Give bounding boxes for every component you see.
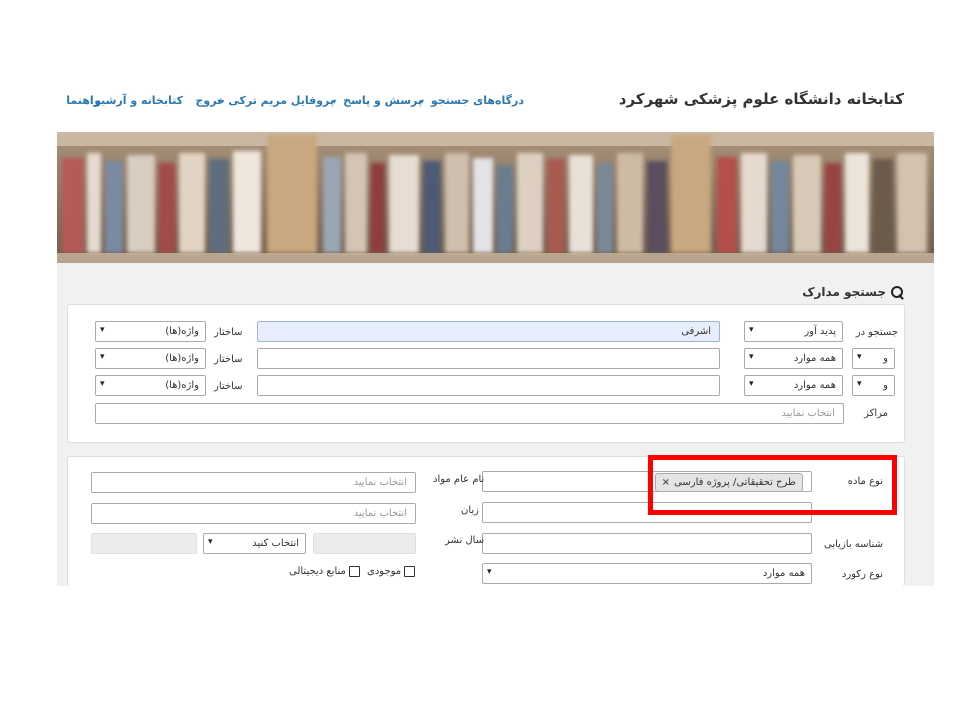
- chevron-down-icon: ▾: [100, 325, 105, 335]
- book: [267, 135, 317, 253]
- search-input-3[interactable]: [257, 375, 720, 396]
- book: [597, 163, 613, 253]
- centers-input[interactable]: انتخاب نمایید: [95, 403, 844, 424]
- chevron-down-icon: ▾: [100, 352, 105, 362]
- document-search-panel: جستجو مدارک جستجو در پدید آور ▾ اشرفی ساخ…: [57, 263, 934, 586]
- book: [209, 159, 229, 253]
- field-select-1[interactable]: پدید آور ▾: [744, 321, 843, 342]
- general-material-input[interactable]: انتخاب نمایید: [91, 472, 416, 493]
- nav-qa-label: پرسش و پاسخ: [343, 94, 422, 107]
- chevron-down-icon: ▾: [749, 325, 754, 335]
- book: [323, 157, 341, 253]
- nav-profile[interactable]: پروفایل مریم ترکی ▾: [217, 94, 334, 107]
- digital-resources-checkbox[interactable]: منابع دیجیتالی: [289, 566, 360, 577]
- book: [717, 157, 737, 253]
- language-label: زبان: [461, 505, 480, 516]
- book: [445, 153, 469, 253]
- book: [793, 155, 821, 253]
- panel-title: جستجو مدارک: [802, 285, 904, 299]
- book: [371, 163, 385, 253]
- search-in-label: جستجو در: [855, 327, 898, 338]
- nav-library-archive[interactable]: کتابخانه و آرشیو: [94, 94, 183, 107]
- highlight-frame: [648, 455, 897, 515]
- book: [873, 159, 893, 253]
- record-type-label: نوع رکورد: [841, 569, 883, 580]
- publish-year-select[interactable]: انتخاب کنید ▾: [203, 533, 306, 554]
- search-icon: [890, 285, 904, 299]
- availability-checkbox[interactable]: موجودی: [367, 566, 416, 577]
- panel-title-label: جستجو مدارک: [802, 285, 886, 299]
- book: [87, 153, 101, 253]
- search-input-2[interactable]: [257, 348, 720, 369]
- operator-select-3[interactable]: و ▾: [852, 375, 895, 396]
- availability-label: موجودی: [367, 566, 402, 577]
- nav-search-portals-label: درگاه‌های جستجو: [430, 94, 524, 107]
- nav-logout[interactable]: خروج: [195, 94, 225, 107]
- book: [845, 153, 869, 253]
- structure-label-1: ساختار: [214, 327, 243, 338]
- chevron-down-icon: ▾: [749, 379, 754, 389]
- field-select-2[interactable]: همه موارد ▾: [744, 348, 843, 369]
- shelf-bottom: [57, 253, 934, 263]
- language-input[interactable]: انتخاب نمایید: [91, 503, 416, 524]
- field-select-3[interactable]: همه موارد ▾: [744, 375, 843, 396]
- chevron-down-icon: ▾: [749, 352, 754, 362]
- structure-label-3: ساختار: [214, 381, 243, 392]
- search-input-1[interactable]: اشرفی: [257, 321, 720, 342]
- digital-resources-label: منابع دیجیتالی: [289, 566, 346, 577]
- book: [345, 153, 367, 253]
- book: [497, 165, 513, 253]
- general-material-label: نام عام مواد: [433, 474, 485, 485]
- library-banner-image: [57, 132, 934, 263]
- book: [825, 163, 841, 253]
- structure-select-2[interactable]: واژه(ها) ▾: [95, 348, 206, 369]
- book: [473, 158, 493, 253]
- site-brand[interactable]: کتابخانه دانشگاه علوم پزشکی شهرکرد: [619, 90, 904, 108]
- record-type-select[interactable]: همه موارد ▾: [482, 563, 812, 584]
- structure-select-1[interactable]: واژه(ها) ▾: [95, 321, 206, 342]
- book: [647, 161, 667, 253]
- book: [771, 161, 789, 253]
- nav-qa[interactable]: پرسش و پاسخ ▾: [332, 94, 422, 107]
- book: [105, 161, 123, 253]
- retrieval-id-input[interactable]: [482, 533, 812, 554]
- chevron-down-icon: ▾: [100, 379, 105, 389]
- book: [423, 161, 441, 253]
- book: [671, 135, 711, 253]
- chevron-down-icon: ▾: [857, 352, 862, 362]
- operator-select-2[interactable]: و ▾: [852, 348, 895, 369]
- book: [569, 155, 593, 253]
- nav-profile-label: پروفایل مریم ترکی: [228, 94, 334, 107]
- book: [517, 153, 543, 253]
- retrieval-id-label: شناسه بازیابی: [824, 539, 883, 550]
- chevron-down-icon: ▾: [487, 567, 492, 577]
- book: [617, 153, 643, 253]
- chevron-down-icon: ▾: [857, 379, 862, 389]
- digital-resources-checkbox-box[interactable]: [348, 566, 360, 577]
- centers-label: مراکز: [864, 408, 888, 419]
- availability-checkbox-box[interactable]: [404, 566, 416, 577]
- book: [897, 153, 927, 253]
- book: [741, 153, 767, 253]
- book: [159, 163, 175, 253]
- shelf-top: [57, 132, 934, 146]
- publish-year-from-input[interactable]: [313, 533, 416, 554]
- book: [547, 159, 565, 253]
- book: [179, 153, 205, 253]
- nav-search-portals[interactable]: درگاه‌های جستجو ▾: [420, 94, 524, 107]
- structure-select-3[interactable]: واژه(ها) ▾: [95, 375, 206, 396]
- nav-help[interactable]: راهنما: [66, 94, 100, 107]
- search-criteria-box: جستجو در پدید آور ▾ اشرفی ساختار واژه(ها)…: [67, 304, 905, 443]
- chevron-down-icon: ▾: [208, 537, 213, 547]
- book: [233, 151, 261, 253]
- book: [127, 155, 155, 253]
- publish-year-label: سال نشر: [445, 535, 485, 546]
- publish-year-to-input[interactable]: [91, 533, 197, 554]
- structure-label-2: ساختار: [214, 354, 243, 365]
- book: [62, 158, 84, 253]
- book: [389, 155, 419, 253]
